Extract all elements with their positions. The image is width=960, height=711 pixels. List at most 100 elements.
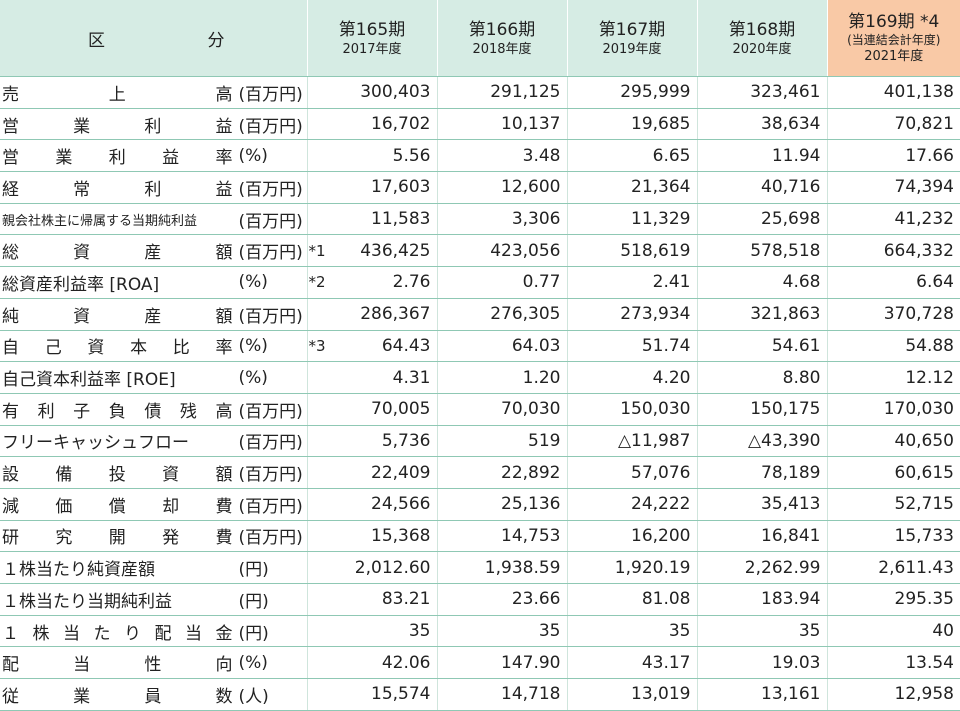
value-cell: 40,650 (827, 425, 960, 457)
value-cell: 13,019 (567, 679, 697, 711)
row-unit: (百万円) (239, 175, 307, 200)
value-text: 10,137 (501, 114, 560, 134)
header-period-title: 第169期 *4 (828, 11, 960, 33)
value-cell: 11.94 (697, 140, 827, 172)
value-cell: *364.43 (307, 330, 437, 362)
value-cell: 4.68 (697, 267, 827, 299)
value-text: 54.88 (905, 336, 954, 356)
header-kubun-char: 分 (208, 26, 225, 51)
value-cell: 518,619 (567, 235, 697, 267)
value-cell: 291,125 (437, 77, 567, 109)
table-row: １株当たり純資産額(円)2,012.601,938.591,920.192,26… (0, 552, 960, 584)
table-row: フリーキャッシュフロー(百万円)5,736519△11,987△43,39040… (0, 425, 960, 457)
value-text: 25,136 (501, 494, 560, 514)
value-cell: 70,005 (307, 393, 437, 425)
value-text: 70,030 (501, 399, 560, 419)
row-label: 親会社株主に帰属する当期純利益 (2, 210, 239, 229)
row-label-cell: 親会社株主に帰属する当期純利益(百万円) (0, 203, 307, 235)
value-cell: 150,030 (567, 393, 697, 425)
value-cell: 21,364 (567, 172, 697, 204)
value-cell: 19.03 (697, 647, 827, 679)
value-cell: 17,603 (307, 172, 437, 204)
value-text: 150,030 (620, 399, 690, 419)
header-period-year: (当連結会計年度) (828, 33, 960, 48)
header-period-title: 第166期 (438, 19, 567, 41)
row-label: １株当たり配当金 (2, 619, 239, 644)
value-cell: 273,934 (567, 298, 697, 330)
header-period-year: 2021年度 (828, 48, 960, 65)
value-text: 41,232 (895, 209, 954, 229)
value-text: 150,175 (750, 399, 820, 419)
row-unit: (百万円) (239, 492, 307, 517)
value-cell: 578,518 (697, 235, 827, 267)
value-cell: 183.94 (697, 584, 827, 616)
value-text: 35 (669, 621, 691, 641)
value-cell: 0.77 (437, 267, 567, 299)
value-text: 295,999 (620, 82, 690, 102)
financial-summary-table: 区 分 第165期2017年度第166期2018年度第167期2019年度第16… (0, 0, 960, 711)
value-text: 57,076 (631, 463, 690, 483)
value-text: 3.48 (523, 146, 561, 166)
value-text: 51.74 (642, 336, 691, 356)
table-row: 総資産額(百万円)*1436,425423,056518,619578,5186… (0, 235, 960, 267)
value-text: 15,574 (371, 684, 430, 704)
value-text: 2,012.60 (355, 558, 431, 578)
row-label-cell: １株当たり当期純利益(円) (0, 584, 307, 616)
value-text: 291,125 (490, 82, 560, 102)
value-text: 16,200 (631, 526, 690, 546)
table-row: 親会社株主に帰属する当期純利益(百万円)11,5833,30611,32925,… (0, 203, 960, 235)
row-label: 有利子負債残高 (2, 397, 239, 422)
value-cell: 52,715 (827, 488, 960, 520)
value-cell: 12.12 (827, 362, 960, 394)
footnote-mark: *2 (309, 273, 326, 291)
header-fiscal-period: 第166期2018年度 (437, 0, 567, 77)
value-cell: 664,332 (827, 235, 960, 267)
value-text: 35 (409, 621, 431, 641)
value-text: 286,367 (360, 304, 430, 324)
row-unit: (%) (239, 146, 307, 166)
value-cell: 40 (827, 615, 960, 647)
value-text: 2,611.43 (878, 558, 954, 578)
value-text: 60,615 (895, 463, 954, 483)
value-cell: 78,189 (697, 457, 827, 489)
value-text: 2.41 (653, 272, 691, 292)
value-text: 300,403 (360, 82, 430, 102)
value-cell: *22.76 (307, 267, 437, 299)
value-cell: 13.54 (827, 647, 960, 679)
value-text: 22,409 (371, 463, 430, 483)
row-label: フリーキャッシュフロー (2, 428, 239, 453)
value-cell: 3,306 (437, 203, 567, 235)
value-text: 35 (799, 621, 821, 641)
value-text: 295.35 (895, 589, 954, 609)
value-cell: 14,718 (437, 679, 567, 711)
value-cell: 295,999 (567, 77, 697, 109)
row-label-cell: 総資産額(百万円) (0, 235, 307, 267)
value-text: 64.43 (382, 336, 431, 356)
value-cell: △11,987 (567, 425, 697, 457)
row-label: 経常利益 (2, 175, 239, 200)
row-label-cell: 従業員数(人) (0, 679, 307, 711)
header-period-year: 2018年度 (438, 41, 567, 58)
value-cell: 11,329 (567, 203, 697, 235)
value-text: 5.56 (393, 146, 431, 166)
value-text: 6.64 (916, 272, 954, 292)
value-text: 19.03 (772, 653, 821, 673)
row-unit: (円) (239, 587, 307, 612)
value-cell: 1,920.19 (567, 552, 697, 584)
value-text: 52,715 (895, 494, 954, 514)
value-text: 70,005 (371, 399, 430, 419)
value-cell: 4.31 (307, 362, 437, 394)
row-label: 配当性向 (2, 650, 239, 675)
value-text: 70,821 (895, 114, 954, 134)
table-row: 経常利益(百万円)17,60312,60021,36440,71674,394 (0, 172, 960, 204)
value-cell: 4.20 (567, 362, 697, 394)
value-cell: 25,136 (437, 488, 567, 520)
value-cell: 54.88 (827, 330, 960, 362)
row-label: 純資産額 (2, 302, 239, 327)
value-cell: 3.48 (437, 140, 567, 172)
row-label: １株当たり純資産額 (2, 555, 239, 580)
value-text: 13.54 (905, 653, 954, 673)
value-cell: 22,409 (307, 457, 437, 489)
value-cell: 286,367 (307, 298, 437, 330)
value-text: 24,222 (631, 494, 690, 514)
